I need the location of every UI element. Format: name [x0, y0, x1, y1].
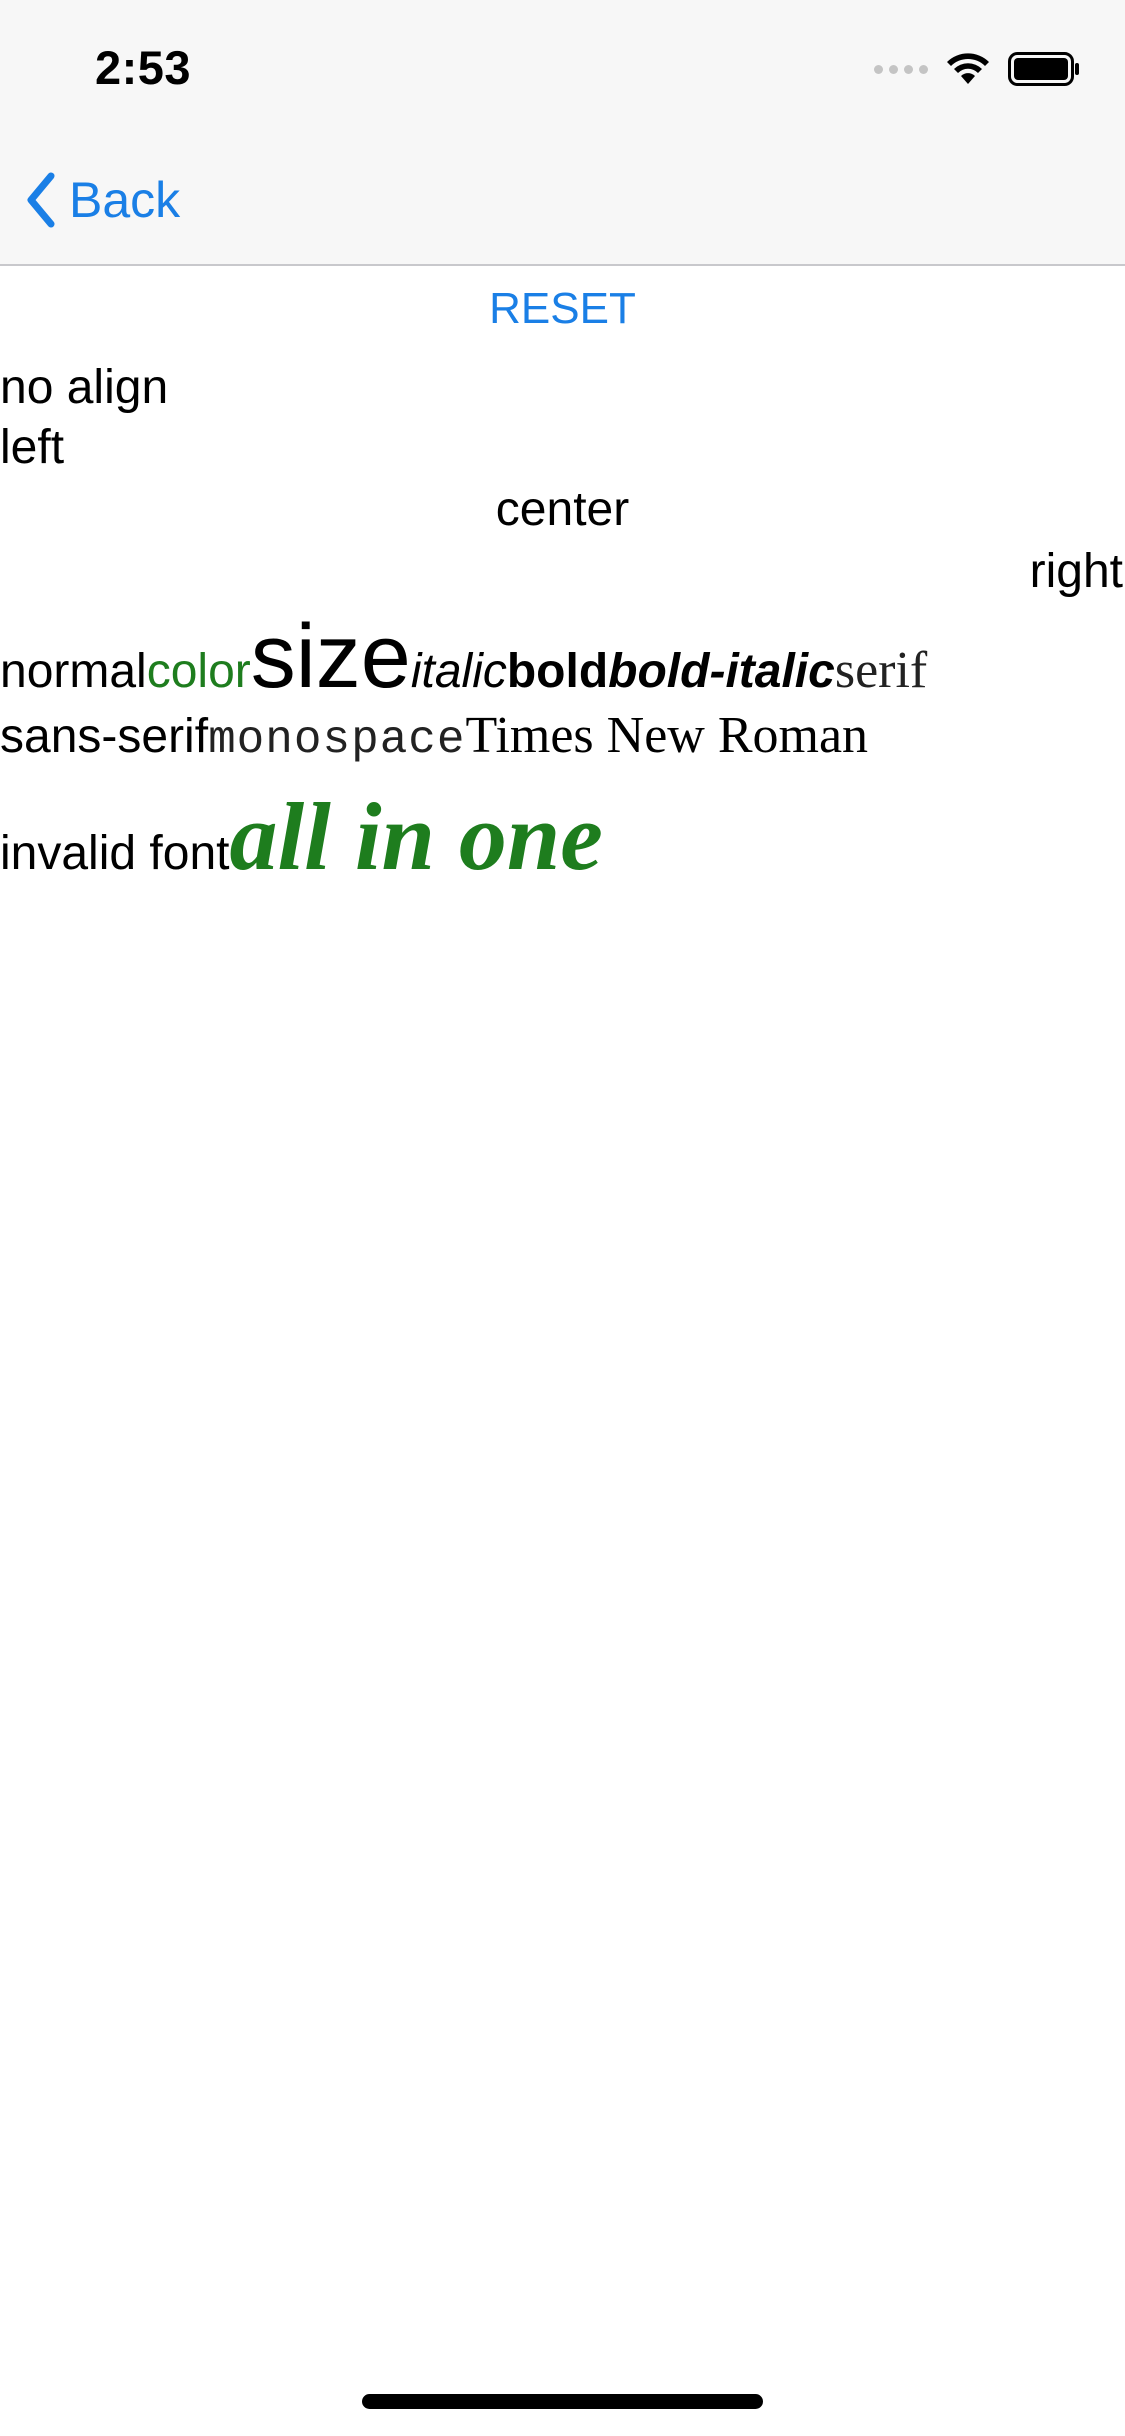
- monospace-text: monospace: [208, 714, 466, 766]
- back-label: Back: [69, 171, 181, 228]
- center-aligned-text: center: [495, 483, 630, 536]
- italic-text: italic: [410, 645, 507, 698]
- style-row: normal color size italic bold bold-itali…: [0, 606, 928, 707]
- sans-serif-text: sans-serif: [0, 710, 209, 763]
- serif-text: serif: [834, 642, 928, 699]
- color-text: color: [146, 645, 251, 698]
- status-bar: 2:53: [0, 0, 1125, 132]
- invalid-font-text: invalid font: [0, 827, 230, 880]
- no-align-text: no align: [0, 361, 169, 414]
- status-time: 2:53: [95, 41, 192, 94]
- bold-italic-text: bold-italic: [608, 645, 835, 698]
- reset-button[interactable]: RESET: [0, 284, 1125, 334]
- wifi-icon: [947, 53, 989, 84]
- home-indicator[interactable]: [362, 2394, 763, 2409]
- back-button[interactable]: Back: [25, 162, 180, 237]
- left-aligned-text: left: [0, 421, 65, 474]
- battery-icon: [1008, 52, 1079, 86]
- combined-row: invalid font all in one: [0, 781, 603, 892]
- font-family-row: sans-serif monospace Times New Roman: [0, 706, 868, 766]
- navigation-bar: Back: [0, 132, 1125, 266]
- all-in-one-text: all in one: [229, 783, 603, 890]
- chevron-left-icon: [27, 172, 55, 227]
- cellular-signal-icon: [874, 64, 928, 74]
- right-aligned-text: right: [1029, 545, 1123, 598]
- times-new-roman-text: Times New Roman: [465, 707, 869, 764]
- normal-text: normal: [0, 645, 147, 698]
- status-indicators: [874, 48, 1080, 90]
- size-text: size: [250, 607, 411, 707]
- bold-text: bold: [506, 645, 609, 698]
